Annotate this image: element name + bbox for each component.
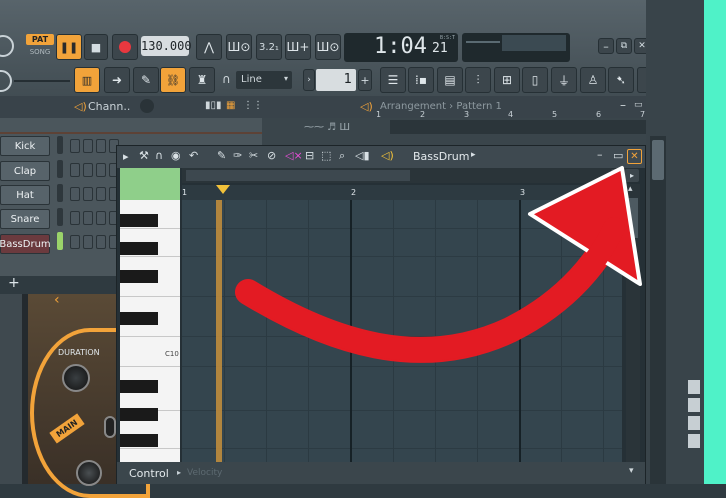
annotation-arrow-curve-outline	[237, 217, 625, 361]
annotation-arrow	[235, 166, 642, 363]
